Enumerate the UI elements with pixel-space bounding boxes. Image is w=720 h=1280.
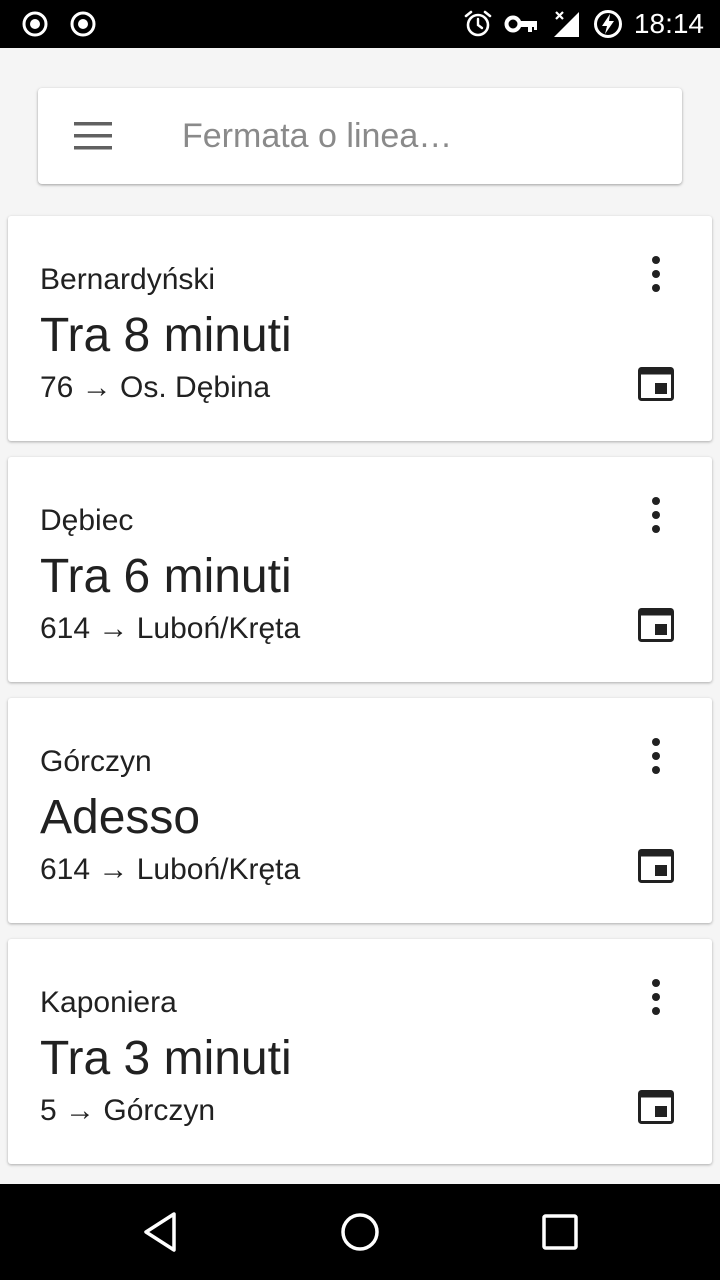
home-icon[interactable] (336, 1208, 384, 1256)
stop-name: Dębiec (40, 504, 134, 537)
arrivals-list: Bernardyński Tra 8 minuti 76 → Os. Dębin… (8, 216, 712, 1180)
picture-in-picture-icon[interactable] (638, 607, 674, 643)
arrival-time: Tra 3 minuti (40, 1032, 292, 1085)
route-direction: 614 → Luboń/Kręta (40, 612, 301, 645)
search-bar[interactable] (38, 88, 682, 184)
recents-icon[interactable] (536, 1208, 584, 1256)
navigation-bar (0, 1184, 720, 1280)
stop-name: Górczyn (40, 745, 152, 778)
picture-in-picture-icon[interactable] (638, 848, 674, 884)
status-time: 18:14 (633, 8, 704, 39)
arrival-card[interactable]: Bernardyński Tra 8 minuti 76 → Os. Dębin… (8, 216, 712, 441)
picture-in-picture-icon[interactable] (638, 366, 674, 402)
menu-icon[interactable] (74, 120, 114, 152)
stop-name: Bernardyński (40, 263, 216, 296)
search-input[interactable] (182, 110, 652, 162)
record-icon (70, 11, 96, 37)
arrival-time: Adesso (40, 791, 201, 844)
arrival-time: Tra 8 minuti (40, 309, 292, 362)
status-bar: 18:14 (0, 0, 720, 48)
arrival-card[interactable]: Dębiec Tra 6 minuti 614 → Luboń/Kręta (8, 457, 712, 682)
more-vert-icon[interactable] (640, 495, 672, 535)
route-direction: 614 → Luboń/Kręta (40, 853, 301, 886)
record-icon (22, 11, 48, 37)
route-direction: 5 → Górczyn (40, 1094, 216, 1127)
stop-name: Kaponiera (40, 986, 177, 1019)
alarm-icon (464, 10, 492, 37)
arrival-card[interactable]: Kaponiera Tra 3 minuti 5 → Górczyn (8, 939, 712, 1164)
more-vert-icon[interactable] (640, 736, 672, 776)
arrival-time: Tra 6 minuti (40, 550, 292, 603)
more-vert-icon[interactable] (640, 254, 672, 294)
vpn-key-icon (504, 15, 537, 33)
signal-off-icon (554, 11, 579, 37)
back-icon[interactable] (136, 1208, 184, 1256)
battery-charging-icon (594, 10, 622, 38)
arrival-card[interactable]: Górczyn Adesso 614 → Luboń/Kręta (8, 698, 712, 923)
picture-in-picture-icon[interactable] (638, 1089, 674, 1125)
more-vert-icon[interactable] (640, 977, 672, 1017)
route-direction: 76 → Os. Dębina (40, 371, 271, 404)
